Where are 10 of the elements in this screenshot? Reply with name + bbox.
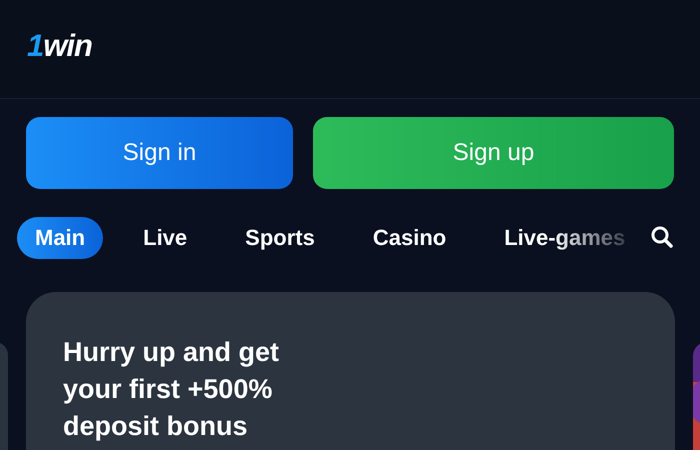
banner-headline: Hurry up and get your first +500% deposit bonus: [63, 336, 280, 443]
nav-tab[interactable]: Sports: [227, 216, 333, 258]
nav-tab[interactable]: Live: [125, 216, 206, 258]
promo-banner[interactable]: Hurry up and get your first +500% deposit bonus: [26, 292, 675, 450]
nav-tab[interactable]: Casino: [354, 216, 464, 258]
nav-tab[interactable]: Live-games: [486, 216, 630, 258]
sign-in-button[interactable]: Sign in: [26, 117, 293, 189]
logo[interactable]: 1win: [27, 28, 92, 70]
nav-tab[interactable]: Main: [17, 216, 104, 258]
search-icon[interactable]: [650, 225, 674, 249]
